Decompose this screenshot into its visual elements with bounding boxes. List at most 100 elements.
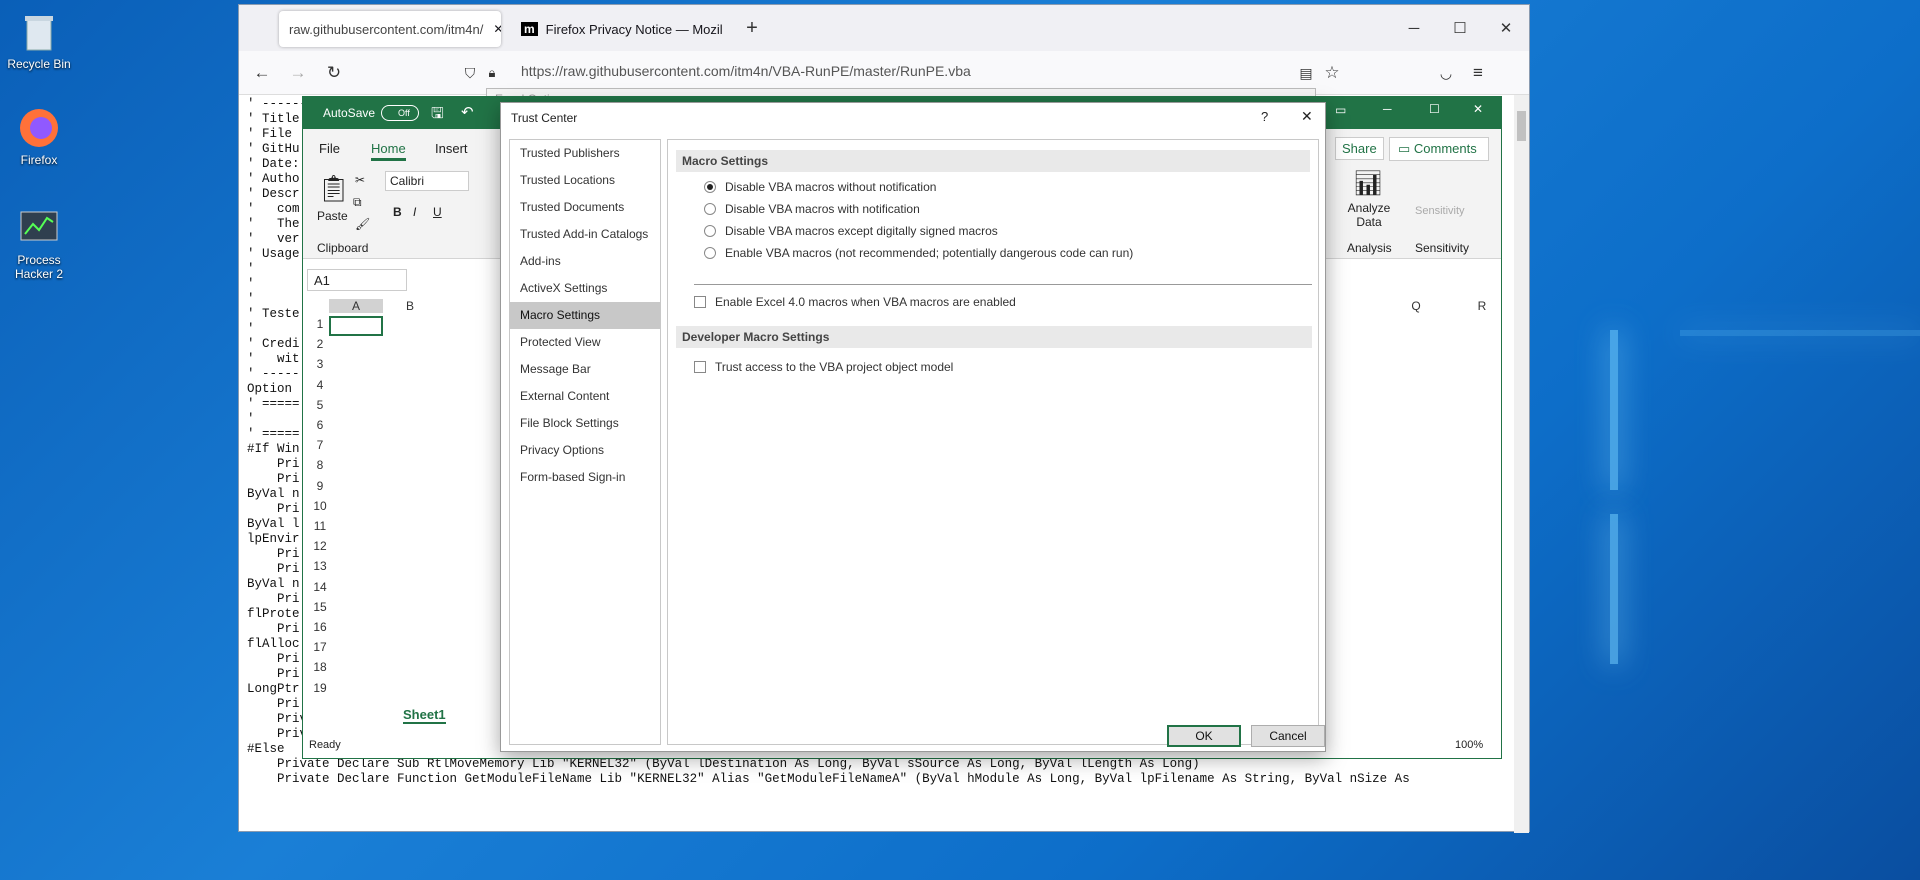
- ok-button[interactable]: OK: [1167, 725, 1241, 747]
- row-header[interactable]: 9: [311, 479, 329, 493]
- nav-item[interactable]: Trusted Locations: [510, 167, 660, 194]
- row-header[interactable]: 10: [311, 499, 329, 513]
- close-button[interactable]: ✕: [1473, 102, 1483, 116]
- tab-privacy-notice[interactable]: m Firefox Privacy Notice — Mozill: [511, 11, 723, 47]
- tab-home[interactable]: Home: [371, 141, 406, 161]
- tab-insert[interactable]: Insert: [435, 141, 468, 156]
- radio-button[interactable]: [704, 203, 716, 215]
- macro-radio-option[interactable]: Enable VBA macros (not recommended; pote…: [704, 246, 1133, 260]
- tab-file[interactable]: File: [319, 141, 340, 156]
- reload-icon[interactable]: ↻: [321, 60, 347, 86]
- checkbox[interactable]: [694, 361, 706, 373]
- sensitivity-label[interactable]: Sensitivity: [1415, 205, 1465, 217]
- tab-raw-github[interactable]: raw.githubusercontent.com/itm4n/ ✕: [279, 11, 501, 47]
- maximize-button[interactable]: ☐: [1437, 5, 1483, 51]
- forward-icon[interactable]: →: [285, 60, 311, 86]
- close-icon[interactable]: ✕: [1301, 108, 1313, 125]
- row-header[interactable]: 15: [311, 600, 329, 614]
- new-tab-button[interactable]: +: [729, 5, 775, 51]
- macro-radio-option[interactable]: Disable VBA macros with notification: [704, 202, 920, 216]
- macro-radio-option[interactable]: Disable VBA macros without notification: [704, 180, 936, 194]
- cancel-button[interactable]: Cancel: [1251, 725, 1325, 747]
- paste-label[interactable]: Paste: [317, 209, 348, 223]
- selected-cell-a1[interactable]: [329, 316, 383, 336]
- row-header[interactable]: 5: [311, 398, 329, 412]
- name-box[interactable]: A1: [307, 269, 407, 291]
- macro-radio-option[interactable]: Disable VBA macros except digitally sign…: [704, 224, 998, 238]
- desktop-icon-recycle-bin[interactable]: Recycle Bin: [0, 10, 78, 71]
- reader-view-icon[interactable]: ▤: [1293, 60, 1319, 86]
- checkbox[interactable]: [694, 296, 706, 308]
- format-painter-icon[interactable]: 🖌︎: [355, 217, 370, 231]
- share-button[interactable]: Share: [1335, 137, 1384, 160]
- row-header[interactable]: 6: [311, 418, 329, 432]
- nav-item[interactable]: Message Bar: [510, 356, 660, 383]
- radio-button[interactable]: [704, 247, 716, 259]
- bookmark-star-icon[interactable]: ☆: [1319, 60, 1345, 86]
- paste-icon[interactable]: 📋︎: [317, 173, 350, 204]
- desktop-icon-process-hacker[interactable]: Process Hacker 2: [0, 206, 78, 281]
- vba-object-model-checkbox[interactable]: Trust access to the VBA project object m…: [694, 360, 953, 374]
- undo-icon[interactable]: ↶: [461, 103, 474, 121]
- close-icon[interactable]: ✕: [493, 22, 501, 36]
- row-header[interactable]: 8: [311, 458, 329, 472]
- radio-button[interactable]: [704, 225, 716, 237]
- close-window-button[interactable]: ✕: [1483, 5, 1529, 51]
- row-header[interactable]: 13: [311, 559, 329, 573]
- save-icon[interactable]: 🖫︎: [431, 103, 444, 128]
- row-header[interactable]: 17: [311, 640, 329, 654]
- nav-item[interactable]: ActiveX Settings: [510, 275, 660, 302]
- radio-button[interactable]: [704, 181, 716, 193]
- row-header[interactable]: 3: [311, 357, 329, 371]
- nav-item[interactable]: Form-based Sign-in: [510, 464, 660, 491]
- row-header[interactable]: 4: [311, 378, 329, 392]
- analyze-data-icon[interactable]: 📊︎: [1353, 169, 1383, 198]
- font-name-box[interactable]: Calibri: [385, 171, 469, 191]
- minimize-button[interactable]: ─: [1383, 102, 1392, 116]
- nav-item[interactable]: Trusted Publishers: [510, 140, 660, 167]
- column-header[interactable]: A: [329, 299, 383, 313]
- copy-icon[interactable]: ⧉: [353, 195, 362, 210]
- help-button[interactable]: ?: [1261, 109, 1268, 124]
- nav-item[interactable]: Privacy Options: [510, 437, 660, 464]
- row-header[interactable]: 18: [311, 660, 329, 674]
- minimize-button[interactable]: ─: [1391, 5, 1437, 51]
- italic-button[interactable]: I: [413, 205, 416, 219]
- back-icon[interactable]: ←: [249, 60, 275, 86]
- nav-item[interactable]: Protected View: [510, 329, 660, 356]
- underline-button[interactable]: U: [433, 205, 442, 219]
- column-header[interactable]: R: [1455, 299, 1509, 313]
- nav-item[interactable]: Trusted Add-in Catalogs: [510, 221, 660, 248]
- menu-icon[interactable]: ≡: [1465, 60, 1491, 86]
- nav-item[interactable]: Trusted Documents: [510, 194, 660, 221]
- row-header[interactable]: 7: [311, 438, 329, 452]
- desktop-icon-firefox[interactable]: Firefox: [0, 106, 78, 167]
- nav-item[interactable]: Macro Settings: [510, 302, 660, 329]
- lock-icon[interactable]: 🔒︎: [479, 60, 505, 86]
- row-header[interactable]: 11: [311, 519, 329, 533]
- column-header[interactable]: Q: [1389, 299, 1443, 313]
- zoom-level[interactable]: 100%: [1455, 739, 1483, 751]
- cut-icon[interactable]: ✂: [355, 173, 365, 187]
- nav-item[interactable]: File Block Settings: [510, 410, 660, 437]
- maximize-button[interactable]: ☐: [1429, 102, 1440, 116]
- row-header[interactable]: 12: [311, 539, 329, 553]
- bold-button[interactable]: B: [393, 205, 402, 219]
- row-header[interactable]: 19: [311, 681, 329, 695]
- nav-item[interactable]: External Content: [510, 383, 660, 410]
- excel4-macros-checkbox[interactable]: Enable Excel 4.0 macros when VBA macros …: [694, 295, 1016, 309]
- row-header[interactable]: 14: [311, 580, 329, 594]
- ribbon-display-icon[interactable]: ▭: [1335, 103, 1346, 117]
- autosave-toggle[interactable]: Off: [381, 105, 419, 121]
- nav-item[interactable]: Add-ins: [510, 248, 660, 275]
- url-bar[interactable]: https://raw.githubusercontent.com/itm4n/…: [521, 63, 971, 79]
- row-header[interactable]: 1: [311, 317, 329, 331]
- analyze-data-label[interactable]: Analyze Data: [1347, 201, 1391, 229]
- page-scrollbar[interactable]: [1514, 95, 1529, 833]
- row-header[interactable]: 16: [311, 620, 329, 634]
- row-header[interactable]: 2: [311, 337, 329, 351]
- sheet-tab[interactable]: Sheet1: [403, 707, 446, 724]
- pocket-icon[interactable]: ◡: [1433, 60, 1459, 86]
- comments-button[interactable]: ▭ Comments: [1389, 137, 1489, 161]
- column-header[interactable]: B: [383, 299, 437, 313]
